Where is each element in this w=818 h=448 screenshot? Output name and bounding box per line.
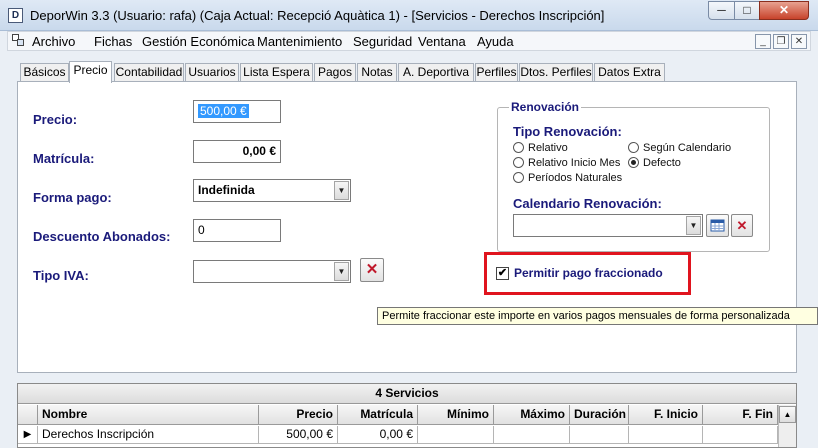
table-cell-f-inicio[interactable] — [629, 426, 703, 444]
radio-relativo-inicio-mes[interactable]: Relativo Inicio Mes — [513, 157, 620, 169]
forma-pago-select[interactable]: Indefinida ▼ — [193, 179, 351, 202]
menu-seguridad[interactable]: Seguridad — [353, 34, 412, 49]
radio-icon — [513, 142, 524, 153]
close-button[interactable]: ✕ — [759, 1, 809, 20]
precio-input[interactable]: 500,00 € — [193, 100, 281, 123]
radio-defecto[interactable]: Defecto — [628, 157, 681, 169]
mdi-restore-button[interactable]: ❐ — [773, 34, 789, 49]
tab-perfiles[interactable]: Perfiles — [475, 63, 518, 82]
tab-precio[interactable]: Precio — [69, 61, 112, 83]
grid-scrollbar[interactable]: ▲ — [778, 405, 796, 447]
table-cell-f-fin[interactable] — [703, 426, 778, 444]
chevron-down-icon[interactable]: ▼ — [686, 216, 701, 235]
tab-a-deportiva[interactable]: A. Deportiva — [398, 63, 474, 82]
column-header-minimo[interactable]: Mínimo — [418, 405, 494, 425]
tab-usuarios[interactable]: Usuarios — [185, 63, 239, 82]
fraccionado-checkbox[interactable]: ✔ — [496, 267, 509, 280]
maximize-button[interactable]: □ — [734, 1, 760, 20]
column-header-maximo[interactable]: Máximo — [494, 405, 570, 425]
menu-mantenimiento[interactable]: Mantenimiento — [257, 34, 342, 49]
clear-calendario-button[interactable]: ✕ — [731, 214, 753, 237]
app-icon: D — [8, 8, 23, 23]
tab-datos-extra[interactable]: Datos Extra — [594, 63, 665, 82]
table-cell-nombre[interactable]: Derechos Inscripción — [38, 426, 259, 444]
radio-periodos-naturales-label: Períodos Naturales — [528, 172, 623, 184]
precio-label: Precio: — [33, 112, 78, 127]
menu-fichas[interactable]: Fichas — [94, 34, 132, 49]
table-cell-maximo[interactable] — [494, 426, 570, 444]
tipo-iva-label: Tipo IVA: — [33, 268, 89, 283]
matricula-label: Matrícula: — [33, 151, 95, 166]
fraccionado-tooltip: Permite fraccionar este importe en vario… — [377, 307, 818, 325]
calendar-icon — [710, 219, 725, 232]
column-header-precio[interactable]: Precio — [259, 405, 338, 425]
radio-icon — [513, 157, 524, 168]
column-header-duracion[interactable]: Duración — [570, 405, 629, 425]
column-header-nombre[interactable]: Nombre — [38, 405, 259, 425]
menu-bar: Archivo Fichas Gestión Económica Manteni… — [7, 31, 811, 51]
table-cell-precio[interactable]: 500,00 € — [259, 426, 338, 444]
table-cell-duracion[interactable] — [570, 426, 629, 444]
calendar-button[interactable] — [706, 214, 729, 237]
calendario-renovacion-select[interactable]: ▼ — [513, 214, 703, 237]
descuento-label: Descuento Abonados: — [33, 229, 171, 244]
radio-segun-calendario-label: Según Calendario — [643, 142, 732, 154]
menu-ventana[interactable]: Ventana — [418, 34, 466, 49]
precio-value: 500,00 € — [198, 104, 249, 118]
radio-segun-calendario[interactable]: Según Calendario — [628, 142, 731, 154]
row-indicator-icon: ▶ — [18, 426, 38, 444]
radio-relativo-inicio-mes-label: Relativo Inicio Mes — [528, 157, 621, 169]
descuento-input[interactable]: 0 — [193, 219, 281, 242]
tab-pagos[interactable]: Pagos — [314, 63, 356, 82]
menu-ayuda[interactable]: Ayuda — [477, 34, 514, 49]
title-bar: D DeporWin 3.3 (Usuario: rafa) (Caja Act… — [0, 0, 818, 31]
column-header-f-inicio[interactable]: F. Inicio — [629, 405, 703, 425]
tab-basicos[interactable]: Básicos — [20, 63, 69, 82]
document-icon[interactable] — [12, 34, 26, 48]
window-title: DeporWin 3.3 (Usuario: rafa) (Caja Actua… — [30, 8, 605, 23]
radio-relativo[interactable]: Relativo — [513, 142, 568, 154]
menu-gestion-economica[interactable]: Gestión Económica — [142, 34, 255, 49]
tab-dtos-perfiles[interactable]: Dtos. Perfiles — [519, 63, 593, 82]
radio-relativo-label: Relativo — [528, 142, 568, 154]
radio-icon — [628, 142, 639, 153]
column-header-f-fin[interactable]: F. Fin — [703, 405, 778, 425]
table-cell-matricula[interactable]: 0,00 € — [338, 426, 418, 444]
tab-lista-espera[interactable]: Lista Espera — [240, 63, 313, 82]
tipo-renovacion-label: Tipo Renovación: — [513, 124, 622, 139]
radio-periodos-naturales[interactable]: Períodos Naturales — [513, 172, 622, 184]
clear-iva-button[interactable]: ✕ — [360, 258, 384, 282]
forma-pago-label: Forma pago: — [33, 190, 112, 205]
row-indicator-header — [18, 405, 38, 425]
renovacion-group: Renovación Tipo Renovación: Relativo Rel… — [497, 100, 770, 252]
scroll-up-icon[interactable]: ▲ — [779, 406, 796, 423]
renovacion-legend: Renovación — [509, 100, 582, 114]
tab-strip: Básicos Precio Contabilidad Usuarios Lis… — [17, 61, 797, 83]
chevron-down-icon[interactable]: ▼ — [334, 181, 349, 200]
chevron-down-icon[interactable]: ▼ — [334, 262, 349, 281]
mdi-minimize-button[interactable]: _ — [755, 34, 771, 49]
mdi-close-button[interactable]: ✕ — [791, 34, 807, 49]
close-icon: ✕ — [736, 218, 748, 233]
table-cell-minimo[interactable] — [418, 426, 494, 444]
tab-contabilidad[interactable]: Contabilidad — [114, 63, 184, 82]
precio-panel: Precio: 500,00 € Matrícula: 0,00 € Forma… — [17, 81, 797, 373]
column-header-matricula[interactable]: Matrícula — [338, 405, 418, 425]
radio-icon — [513, 172, 524, 183]
menu-archivo[interactable]: Archivo — [32, 34, 75, 49]
fraccionado-label[interactable]: Permitir pago fraccionado — [514, 266, 663, 280]
tab-notas[interactable]: Notas — [357, 63, 397, 82]
servicios-grid: 4 Servicios Nombre Precio Matrícula Míni… — [17, 383, 797, 448]
close-icon: ✕ — [365, 261, 379, 278]
minimize-button[interactable]: ─ — [708, 1, 735, 20]
tipo-iva-select[interactable]: ▼ — [193, 260, 351, 283]
grid-caption: 4 Servicios — [18, 384, 796, 404]
matricula-input[interactable]: 0,00 € — [193, 140, 281, 163]
radio-defecto-label: Defecto — [643, 157, 681, 169]
calendario-renovacion-label: Calendario Renovación: — [513, 196, 662, 211]
forma-pago-value: Indefinida — [198, 183, 255, 197]
radio-selected-icon — [628, 157, 639, 168]
